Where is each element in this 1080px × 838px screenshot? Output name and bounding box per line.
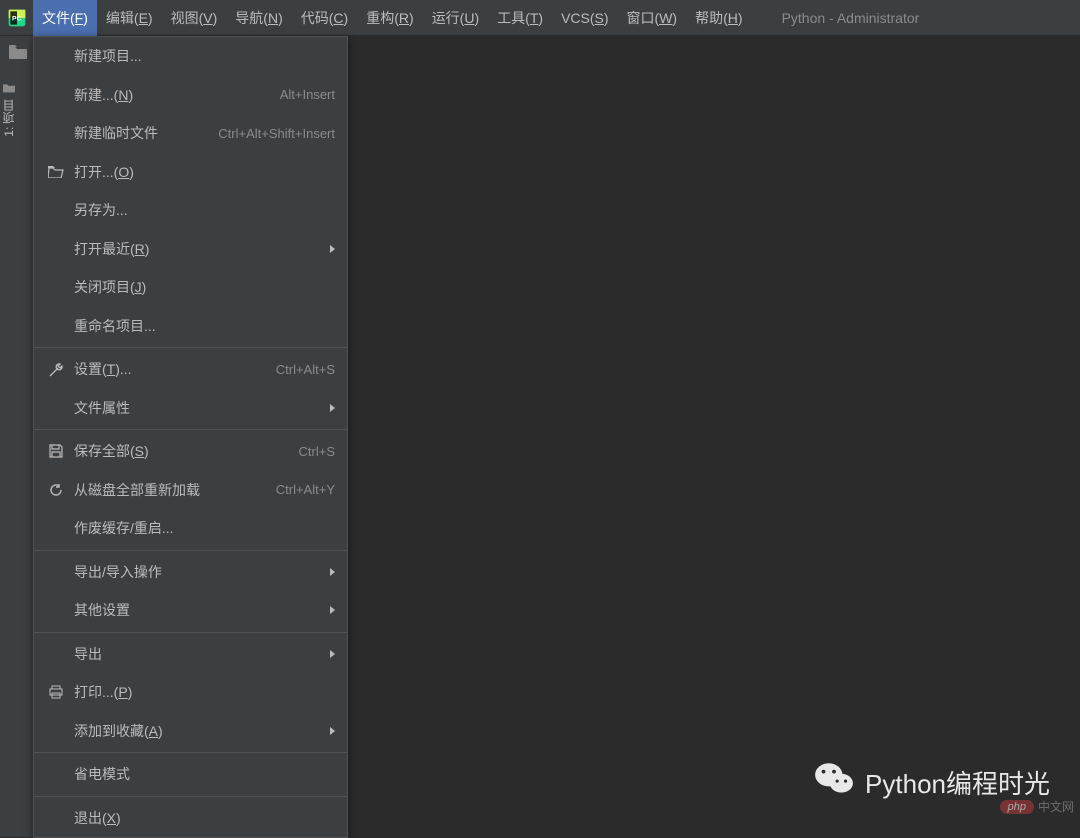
svg-text:PC: PC — [12, 15, 21, 22]
menu-item-exit[interactable]: 退出(X) — [34, 799, 347, 838]
php-badge-text: 中文网 — [1038, 798, 1074, 815]
menu-file[interactable]: 文件(F) — [33, 0, 97, 36]
chevron-right-icon — [330, 568, 335, 576]
menu-code[interactable]: 代码(C) — [292, 0, 357, 36]
menu-separator — [34, 429, 347, 430]
menu-label: 打开...(O) — [74, 162, 335, 182]
menu-label: 其他设置 — [74, 600, 320, 620]
menu-item-save-all[interactable]: 保存全部(S) Ctrl+S — [34, 432, 347, 471]
menu-shortcut: Alt+Insert — [280, 87, 335, 102]
menu-shortcut: Ctrl+Alt+S — [276, 362, 335, 377]
menu-vcs[interactable]: VCS(S) — [552, 0, 617, 36]
file-dropdown: 新建项目... 新建...(N) Alt+Insert 新建临时文件 Ctrl+… — [33, 36, 348, 838]
menu-separator — [34, 632, 347, 633]
menu-help[interactable]: 帮助(H) — [686, 0, 751, 36]
menu-item-scratch[interactable]: 新建临时文件 Ctrl+Alt+Shift+Insert — [34, 114, 347, 153]
open-folder-icon — [46, 162, 66, 182]
watermark-text: Python编程时光 — [865, 764, 1050, 801]
menubar: PC 文件(F) 编辑(E) 视图(V) 导航(N) 代码(C) 重构(R) 运… — [0, 0, 1080, 36]
menu-item-new-project[interactable]: 新建项目... — [34, 37, 347, 76]
menu-run[interactable]: 运行(U) — [423, 0, 488, 36]
menu-label: 导出/导入操作 — [74, 562, 320, 582]
menu-label: 新建项目... — [74, 46, 335, 66]
menu-item-rename-project[interactable]: 重命名项目... — [34, 307, 347, 346]
chevron-right-icon — [330, 606, 335, 614]
chevron-right-icon — [330, 650, 335, 658]
project-tool-label[interactable]: 1: 项目 — [0, 78, 35, 141]
menu-label: 保存全部(S) — [74, 441, 289, 461]
wrench-icon — [46, 359, 66, 379]
menu-item-open[interactable]: 打开...(O) — [34, 153, 347, 192]
menu-separator — [34, 752, 347, 753]
print-icon — [46, 682, 66, 702]
menu-label: 重命名项目... — [74, 316, 335, 336]
menu-label: 从磁盘全部重新加载 — [74, 480, 266, 500]
menu-label: 新建...(N) — [74, 85, 270, 105]
menu-item-settings[interactable]: 设置(T)... Ctrl+Alt+S — [34, 350, 347, 389]
reload-icon — [46, 480, 66, 500]
pycharm-icon: PC — [0, 0, 33, 36]
menu-item-other-settings[interactable]: 其他设置 — [34, 591, 347, 630]
php-badge: php 中文网 — [1000, 798, 1074, 815]
menu-label: 打开最近(R) — [74, 239, 320, 259]
menu-item-export[interactable]: 导出 — [34, 635, 347, 674]
menu-label: 添加到收藏(A) — [74, 721, 320, 741]
chevron-right-icon — [330, 727, 335, 735]
php-pill: php — [1000, 800, 1034, 814]
menu-item-new[interactable]: 新建...(N) Alt+Insert — [34, 76, 347, 115]
menu-shortcut: Ctrl+S — [299, 444, 335, 459]
menu-item-open-recent[interactable]: 打开最近(R) — [34, 230, 347, 269]
project-tool-icon[interactable] — [0, 36, 35, 68]
menu-label: 作废缓存/重启... — [74, 518, 335, 538]
menu-item-export-import[interactable]: 导出/导入操作 — [34, 553, 347, 592]
menu-label: 省电模式 — [74, 764, 335, 784]
menu-label: 另存为... — [74, 200, 335, 220]
menu-navigate[interactable]: 导航(N) — [226, 0, 291, 36]
menu-label: 打印...(P) — [74, 682, 335, 702]
menu-shortcut: Ctrl+Alt+Y — [276, 482, 335, 497]
menu-item-power-save[interactable]: 省电模式 — [34, 755, 347, 794]
menu-label: 关闭项目(J) — [74, 277, 335, 297]
left-sidebar: 1: 项目 — [0, 36, 35, 837]
menu-label: 导出 — [74, 644, 320, 664]
menu-tools[interactable]: 工具(T) — [488, 0, 552, 36]
menu-label: 文件属性 — [74, 398, 320, 418]
menu-item-save-as[interactable]: 另存为... — [34, 191, 347, 230]
menu-window[interactable]: 窗口(W) — [618, 0, 687, 36]
menu-item-file-properties[interactable]: 文件属性 — [34, 389, 347, 428]
menu-separator — [34, 550, 347, 551]
menu-shortcut: Ctrl+Alt+Shift+Insert — [218, 126, 335, 141]
menu-edit[interactable]: 编辑(E) — [97, 0, 162, 36]
menu-label: 退出(X) — [74, 808, 335, 828]
menu-item-reload-from-disk[interactable]: 从磁盘全部重新加载 Ctrl+Alt+Y — [34, 471, 347, 510]
menu-separator — [34, 347, 347, 348]
chevron-right-icon — [330, 245, 335, 253]
chevron-right-icon — [330, 404, 335, 412]
menu-item-close-project[interactable]: 关闭项目(J) — [34, 268, 347, 307]
menu-label: 新建临时文件 — [74, 123, 208, 143]
menu-separator — [34, 796, 347, 797]
menu-refactor[interactable]: 重构(R) — [357, 0, 422, 36]
menu-item-print[interactable]: 打印...(P) — [34, 673, 347, 712]
wechat-icon — [813, 758, 855, 807]
window-title: Python - Administrator — [782, 10, 920, 26]
menu-item-invalidate-caches[interactable]: 作废缓存/重启... — [34, 509, 347, 548]
menu-view[interactable]: 视图(V) — [162, 0, 227, 36]
menu-item-add-to-favorites[interactable]: 添加到收藏(A) — [34, 712, 347, 751]
menu-label: 设置(T)... — [74, 359, 266, 379]
save-icon — [46, 441, 66, 461]
